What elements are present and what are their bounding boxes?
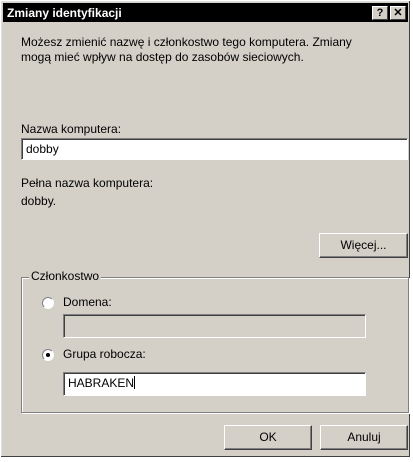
workgroup-label[interactable]: Grupa robocza: [63,347,146,361]
computer-name-input[interactable]: dobby [21,138,408,160]
full-name-value: dobby. [21,194,57,208]
computer-name-value: dobby [26,142,59,156]
membership-legend: Członkostwo [29,269,102,283]
workgroup-input[interactable]: HABRAKEN [63,372,366,396]
close-icon: ✕ [393,6,403,19]
radio-selected-dot [46,353,50,357]
text-caret [134,376,136,389]
window-title: Zmiany identyfikacji [7,5,122,20]
title-bar[interactable]: Zmiany identyfikacji ? ✕ [3,3,408,22]
close-button[interactable]: ✕ [390,5,406,20]
description-line-2: mogą mieć wpływ na dostęp do zasobów sie… [21,50,304,64]
computer-name-label: Nazwa komputera: [21,122,122,136]
workgroup-radio[interactable] [42,349,54,361]
cancel-button[interactable]: Anuluj [320,425,408,450]
more-button[interactable]: Więcej... [319,233,408,258]
full-name-label: Pełna nazwa komputera: [21,176,154,190]
workgroup-value: HABRAKEN [68,376,135,390]
domain-label[interactable]: Domena: [63,295,112,309]
domain-input[interactable] [63,314,366,338]
domain-radio[interactable] [42,297,54,309]
ok-button[interactable]: OK [224,425,312,450]
help-button[interactable]: ? [372,5,388,20]
change-identification-dialog: Zmiany identyfikacji ? ✕ Możesz zmienić … [0,0,411,458]
description-line-1: Możesz zmienić nazwę i członkostwo tego … [21,35,352,49]
